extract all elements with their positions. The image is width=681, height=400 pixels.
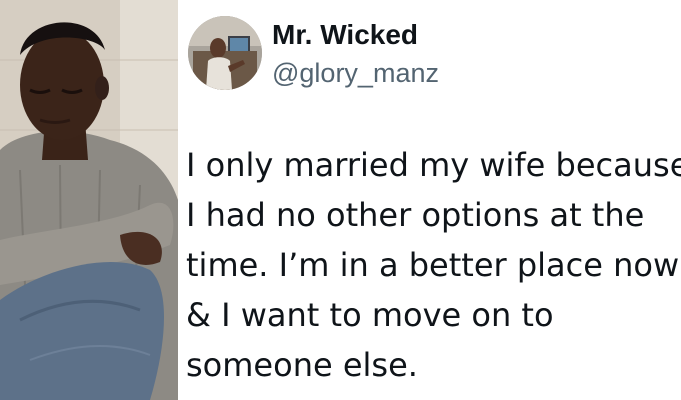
tweet-card: Mr. Wicked @glory_manz I only married my… — [178, 0, 681, 400]
profile-avatar[interactable] — [188, 16, 262, 90]
stock-photo-sad-man — [0, 0, 178, 400]
tweet-text-line: I had no other options at the — [186, 196, 645, 234]
meme-image: Mr. Wicked @glory_manz I only married my… — [0, 0, 681, 400]
tweet-text-line: & I want to move on to — [186, 296, 554, 334]
tweet-text-line: I only married my wife because — [186, 146, 681, 184]
tweet-text-line: someone else. — [186, 346, 418, 384]
tweet-text-line: time. I’m in a better place now — [186, 246, 680, 284]
tweet-text: I only married my wife because I had no … — [186, 140, 681, 390]
display-name[interactable]: Mr. Wicked — [272, 18, 418, 52]
user-handle[interactable]: @glory_manz — [272, 56, 439, 90]
